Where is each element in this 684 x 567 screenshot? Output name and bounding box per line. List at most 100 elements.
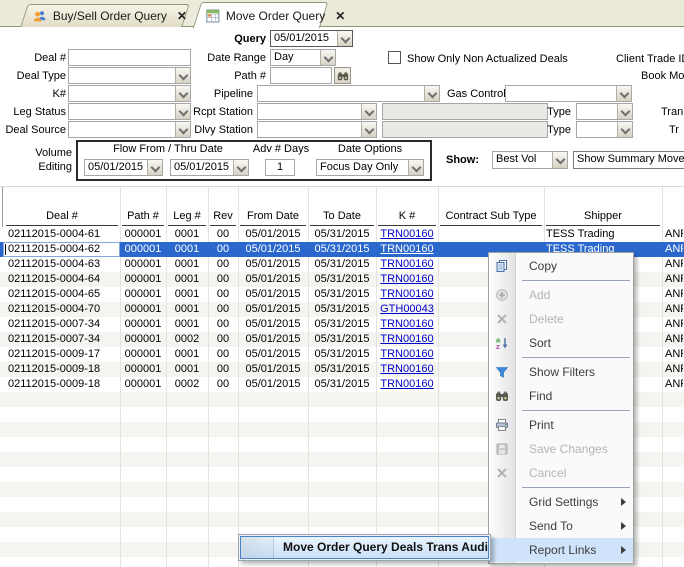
k-number-link[interactable]: TRN00160 xyxy=(378,347,436,362)
printer-icon xyxy=(495,418,509,432)
menu-item-show-filters[interactable]: Show Filters xyxy=(489,360,633,384)
menu-item-print[interactable]: Print xyxy=(489,413,633,437)
column-header-path-[interactable]: Path # xyxy=(122,207,164,226)
chevron-down-icon[interactable] xyxy=(147,160,162,175)
k-number-link[interactable]: TRN00160 xyxy=(378,362,436,377)
menu-item-find[interactable]: Find xyxy=(489,384,633,408)
rcpt-station-name-field xyxy=(382,103,548,120)
grid-cell-path: 000001 xyxy=(122,317,164,332)
grid-cell-extra: ANR xyxy=(665,287,683,302)
query-date-value: 05/01/2015 xyxy=(274,32,329,44)
close-tab-icon[interactable]: ✕ xyxy=(177,9,187,23)
table-icon xyxy=(206,9,220,23)
grid-cell-rev: 00 xyxy=(210,227,236,242)
client-trade-id-label: Client Trade ID xyxy=(616,53,684,65)
k-number-link[interactable]: TRN00160 xyxy=(378,332,436,347)
show-combo[interactable]: Best Vol xyxy=(492,151,568,169)
menu-item-copy[interactable]: Copy xyxy=(489,254,633,278)
table-row[interactable]: 02112015-0004-6100000100010005/01/201505… xyxy=(0,227,684,242)
book-mode-label: Book Mo xyxy=(641,70,684,82)
menu-item-send-to[interactable]: Send To xyxy=(489,514,633,538)
column-header-deal-[interactable]: Deal # xyxy=(6,207,118,226)
show-only-non-actualized-label: Show Only Non Actualized Deals xyxy=(407,53,568,65)
menu-item-label: Find xyxy=(529,389,552,403)
chevron-down-icon[interactable] xyxy=(233,160,248,175)
date-options-combo[interactable]: Focus Day Only xyxy=(316,159,424,176)
gas-control-label: Gas Control xyxy=(447,88,506,100)
show-only-non-actualized-checkbox[interactable] xyxy=(388,51,401,64)
grid-cell-rev: 00 xyxy=(210,332,236,347)
flow-thru-date-combo[interactable]: 05/01/2015 xyxy=(170,159,249,176)
deal-type-combo[interactable] xyxy=(68,67,191,84)
svg-text:z: z xyxy=(496,342,500,350)
dlvy-type-combo[interactable] xyxy=(576,121,633,138)
tab-move-order-query[interactable]: Move Order Query ✕ xyxy=(193,2,328,28)
path-lookup-button[interactable] xyxy=(334,67,351,84)
column-header-contract-sub-type[interactable]: Contract Sub Type xyxy=(440,207,542,226)
delete-icon xyxy=(495,312,509,326)
chevron-down-icon[interactable] xyxy=(617,122,632,137)
k-number-link[interactable]: TRN00160 xyxy=(378,227,436,242)
adv-days-input[interactable]: 1 xyxy=(265,159,295,176)
column-header-from-date[interactable]: From Date xyxy=(240,207,306,226)
column-header-shipper[interactable]: Shipper xyxy=(546,207,660,226)
grid-cell-deal: 02112015-0004-64 xyxy=(8,272,118,287)
flow-from-date-combo[interactable]: 05/01/2015 xyxy=(84,159,163,176)
chevron-down-icon[interactable] xyxy=(361,104,376,119)
k-number-link[interactable]: TRN00160 xyxy=(378,377,436,392)
chevron-down-icon[interactable] xyxy=(361,122,376,137)
grid-cell-extra: ANR xyxy=(665,257,683,272)
chevron-down-icon[interactable] xyxy=(617,104,632,119)
chevron-down-icon[interactable] xyxy=(320,50,335,65)
k-number-link[interactable]: GTH00043 xyxy=(378,302,436,317)
deal-number-input[interactable] xyxy=(68,49,191,66)
column-header-k-[interactable]: K # xyxy=(378,207,436,226)
chevron-down-icon[interactable] xyxy=(616,86,631,101)
k-number-link[interactable]: TRN00160 xyxy=(378,287,436,302)
active-edit-cell[interactable]: 02112015-0004-62 xyxy=(3,242,120,257)
column-header-leg-[interactable]: Leg # xyxy=(168,207,206,226)
grid-cell-to: 05/31/2015 xyxy=(310,302,374,317)
close-tab-icon[interactable]: ✕ xyxy=(335,9,345,23)
grid-cell-leg: 0001 xyxy=(168,317,206,332)
show-summary-move-button[interactable]: Show Summary Move xyxy=(573,151,684,169)
rcpt-station-combo[interactable] xyxy=(257,103,377,120)
gas-control-combo[interactable] xyxy=(505,85,632,102)
query-label: Query xyxy=(180,33,266,45)
k-number-link[interactable]: TRN00160 xyxy=(378,272,436,287)
path-number-input[interactable] xyxy=(270,67,332,84)
submenu-arrow-icon xyxy=(621,522,626,530)
column-header-rev[interactable]: Rev xyxy=(210,207,236,226)
dlvy-station-combo[interactable] xyxy=(257,121,377,138)
binoculars-icon xyxy=(495,389,509,403)
menu-item-report-links[interactable]: Report Links xyxy=(489,538,633,562)
menu-item-save-changes: Save Changes xyxy=(489,437,633,461)
column-header-to-date[interactable]: To Date xyxy=(310,207,374,226)
menu-separator xyxy=(522,280,630,281)
grid-cell-rev: 00 xyxy=(210,257,236,272)
grid-cell-path: 000001 xyxy=(122,242,164,257)
chevron-down-icon[interactable] xyxy=(337,31,352,46)
chevron-down-icon[interactable] xyxy=(408,160,423,175)
rcpt-type-label: Type xyxy=(530,106,571,118)
k-number-link[interactable]: TRN00160 xyxy=(378,242,436,257)
menu-item-label: Print xyxy=(529,418,554,432)
chevron-down-icon[interactable] xyxy=(552,152,567,168)
chevron-down-icon[interactable] xyxy=(424,86,439,101)
k-number-link[interactable]: TRN00160 xyxy=(378,317,436,332)
grid-cell-from: 05/01/2015 xyxy=(240,377,306,392)
query-date-combo[interactable]: 05/01/2015 xyxy=(270,30,353,47)
menu-item-grid-settings[interactable]: Grid Settings xyxy=(489,490,633,514)
menu-item-sort[interactable]: azSort xyxy=(489,331,633,355)
grid-cell-leg: 0001 xyxy=(168,362,206,377)
grid-cell-to: 05/31/2015 xyxy=(310,377,374,392)
date-range-combo[interactable]: Day xyxy=(270,49,336,66)
grid-cell-deal: 02112015-0007-34 xyxy=(8,332,118,347)
tab-buy-sell-order-query[interactable]: Buy/Sell Order Query ✕ xyxy=(20,4,189,27)
menu-item-move-order-query-deals-trans-audit[interactable]: Move Order Query Deals Trans Audit xyxy=(240,536,489,559)
pipeline-combo[interactable] xyxy=(257,85,440,102)
grid-cell-from: 05/01/2015 xyxy=(240,257,306,272)
k-number-link[interactable]: TRN00160 xyxy=(378,257,436,272)
rcpt-type-combo[interactable] xyxy=(576,103,633,120)
grid-cell-from: 05/01/2015 xyxy=(240,347,306,362)
